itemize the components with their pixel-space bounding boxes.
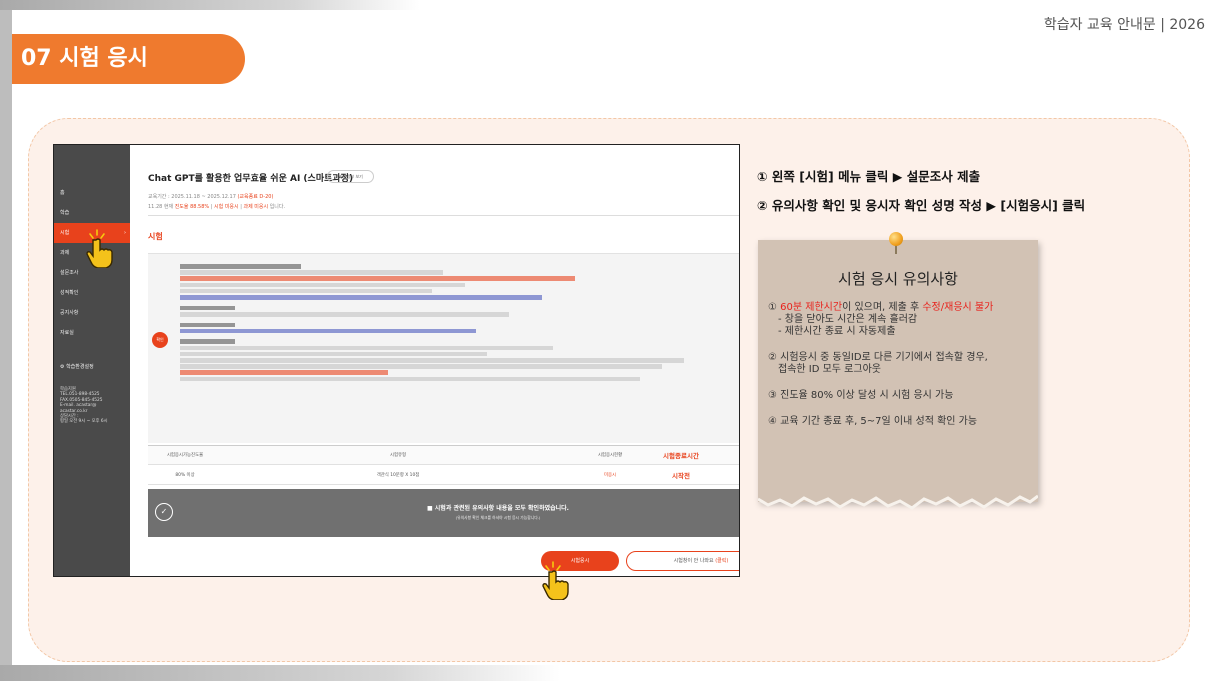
notice-line [180,311,509,317]
exam-notice-box: 확인 [148,253,739,443]
sidebar-item-home[interactable]: 홈 [54,183,130,203]
course-progress: 11.28 현재 진도율 88.58% | 시험 미응시 | 과제 미응시 입니… [148,204,286,210]
exam-table: 시험응시가능진도율 시험유형 시험응시현황 시험종료시간 80% 이상 객관식 … [148,445,739,485]
exam-help-button[interactable]: 시험창이 안 나와요 (클릭) [626,551,739,571]
notice-line [180,357,685,363]
progress-task: 과제 미응시 [243,204,269,210]
left-edge-shade [0,0,12,681]
pushpin-icon [889,232,903,246]
sidebar-item-archive[interactable]: 자료실 [54,323,130,343]
notice-line [180,276,575,282]
contact-line: 평일 오전 9시 ~ 오후 6시 [60,419,108,425]
notice-item-1-sub: - 제한시간 종료 시 자동제출 [778,326,896,337]
notice-line [180,294,542,300]
help-button-link: (클릭) [715,558,729,564]
course-period: 교육기간 : 2025.11.18 ~ 2025.12.17 (교육종료 D-2… [148,193,273,200]
agree-box: ✓ ■ 시험과 관련된 유의사항 내용을 모두 확인하였습니다. (유의사항 확… [148,489,739,537]
notice-line [180,264,301,269]
notice-item-1-line: ① 60분 제한시간이 있으며, 제출 후 수정/재응시 불가 [768,302,1034,314]
progress-value: 진도율 88.58% [174,204,210,210]
notice-line [180,270,444,275]
progress-suffix: 입니다. [269,204,286,210]
table-row: 80% 이상 객관식 10문항 X 10점 미응시 시작전 [148,465,739,485]
progress-exam: 시험 미응시 [214,204,239,210]
instruction-step-2: ② 유의사항 확인 및 응시자 확인 성명 작성 ▶ [시험응시] 클릭 [757,198,1086,213]
exam-heading: 시험 [148,232,163,241]
notice-item-1-sub: - 창을 닫아도 시간은 계속 흘러감 [778,314,918,325]
table-cell: 시작전 [672,471,690,480]
notice-text-lines [180,264,728,383]
divider [148,215,739,216]
confirm-badge: 확인 [152,332,168,348]
agree-text: ■ 시험과 관련된 유의사항 내용을 모두 확인하였습니다. [427,505,569,512]
notice-item-2-line1: ② 시험응시 중 동일ID로 다른 기기에서 접속할 경우, [768,352,988,363]
table-cell: 80% 이상 [175,472,195,478]
top-edge-shade [0,0,420,10]
help-button-label: 시험창이 안 나와요 [673,558,714,564]
progress-prefix: 11.28 현재 [148,204,174,210]
bottom-edge-shade [0,665,560,681]
notice-line [180,288,433,294]
notice-line [180,328,476,334]
lms-sidebar: 홈 학습 시험 › 과제 설문조사 성적확인 공지사항 자료실 ⚙ 학습환경설정 … [54,145,130,576]
table-cell: 미응시 [603,472,617,478]
lms-screenshot: 홈 학습 시험 › 과제 설문조사 성적확인 공지사항 자료실 ⚙ 학습환경설정 … [53,144,740,577]
period-status: (교육종료 D-20) [237,194,274,200]
notice-item-4: ④ 교육 기간 종료 후, 5~7일 이내 성적 확인 가능 [768,416,978,427]
sidebar-settings-label: 학습환경설정 [66,364,94,370]
pointer-hand-icon [86,229,113,268]
notice-line [180,339,235,345]
agree-subtext: (유의사항 확인 체크를 하셔야 시험 응시 가능합니다.) [455,515,541,520]
notice-line [180,345,553,351]
notice-line [180,282,465,288]
notice-line [180,305,235,311]
table-header: 시험응시현황 [597,453,623,458]
course-title: Chat GPT를 활용한 업무효율 쉬운 AI (스마트과정) [148,174,354,184]
notice-item-1-mid: 이 있으며, 제출 후 [842,302,923,313]
notice-line [180,322,235,328]
notice-item-1: ① 60분 제한시간이 있으며, 제출 후 수정/재응시 불가 - 창을 닫아도… [768,302,1034,338]
notice-no-retake: 수정/재응시 불가 [922,302,994,313]
course-info-button[interactable]: 과정 정보 보기 [327,170,374,183]
table-cell: 객관식 10문항 X 10점 [376,472,420,478]
notice-title: 시험 응시 유의사항 [838,270,958,288]
notice-line [180,351,487,357]
table-header-row: 시험응시가능진도율 시험유형 시험응시현황 시험종료시간 [148,445,739,465]
notice-line [180,376,641,382]
sidebar-item-notice[interactable]: 공지사항 [54,303,130,323]
lms-content: Chat GPT를 활용한 업무효율 쉬운 AI (스마트과정) 과정 정보 보… [130,145,739,576]
sidebar-item-exam-label: 시험 [60,230,70,236]
instruction-step-1: ① 왼쪽 [시험] 메뉴 클릭 ▶ 설문조사 제출 [757,169,981,184]
sidebar-item-grades[interactable]: 성적확인 [54,283,130,303]
notice-time-limit: 60분 제한시간 [780,302,843,313]
instruction-steps: ① 왼쪽 [시험] 메뉴 클릭 ▶ 설문조사 제출 ② 유의사항 확인 및 응시… [757,166,1085,224]
sidebar-item-study[interactable]: 학습 [54,203,130,223]
sidebar-item-settings[interactable]: ⚙ 학습환경설정 [54,357,130,377]
period-text: 교육기간 : 2025.11.18 ~ 2025.12.17 [148,194,236,200]
table-header: 시험응시가능진도율 [166,453,204,458]
torn-paper-edge [758,488,1038,510]
table-header: 시험종료시간 [663,452,699,460]
notice-item-2-line2: 접속한 ID 모두 로그아웃 [778,364,881,375]
notice-line [180,364,663,369]
document-title: 학습자 교육 안내문 | 2026 [1043,17,1205,33]
pointer-hand-icon [542,561,569,600]
agree-checkbox[interactable]: ✓ [155,503,173,521]
notice-item-2: ② 시험응시 중 동일ID로 다른 기기에서 접속할 경우, 접속한 ID 모두… [768,352,1034,376]
notice-line [180,370,389,375]
notice-body: ① 60분 제한시간이 있으며, 제출 후 수정/재응시 불가 - 창을 닫아도… [768,302,1034,442]
section-title: 07 시험 응시 [12,34,245,84]
table-header: 시험유형 [389,453,407,458]
notice-item-3: ③ 진도율 80% 이상 달성 시 시험 응시 가능 [768,390,954,401]
notice-item-1-number: ① [768,302,781,313]
